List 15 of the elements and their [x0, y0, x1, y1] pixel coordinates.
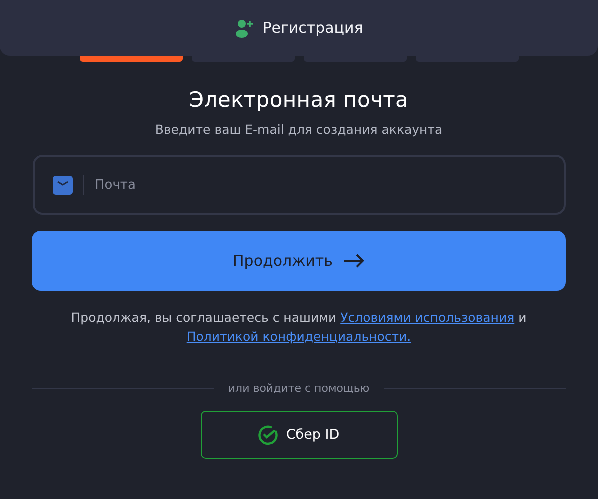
- privacy-policy-link[interactable]: Политикой конфиденциальности.: [186, 329, 412, 344]
- heading: Электронная почта: [188, 88, 410, 112]
- subheading: Введите ваш E-mail для создания аккаунта: [154, 122, 444, 137]
- terms-of-use-link[interactable]: Условиями использования: [340, 310, 515, 325]
- divider-label: или войдите с помощью: [228, 382, 370, 395]
- header-title: Регистрация: [262, 19, 364, 37]
- email-field[interactable]: Почта: [33, 155, 566, 215]
- email-input[interactable]: Почта: [93, 176, 564, 194]
- user-add-icon: [234, 18, 255, 38]
- sber-id-button[interactable]: Сбер ID: [200, 411, 398, 459]
- envelope-icon: [53, 176, 73, 194]
- continue-button[interactable]: Продолжить: [32, 231, 566, 291]
- arrow-right-icon: [342, 254, 365, 268]
- terms-text: Продолжая, вы соглашаетесь с нашими Условиями использования и Политикой конфиденциальности.: [70, 309, 528, 346]
- check-circle-icon: [258, 425, 278, 445]
